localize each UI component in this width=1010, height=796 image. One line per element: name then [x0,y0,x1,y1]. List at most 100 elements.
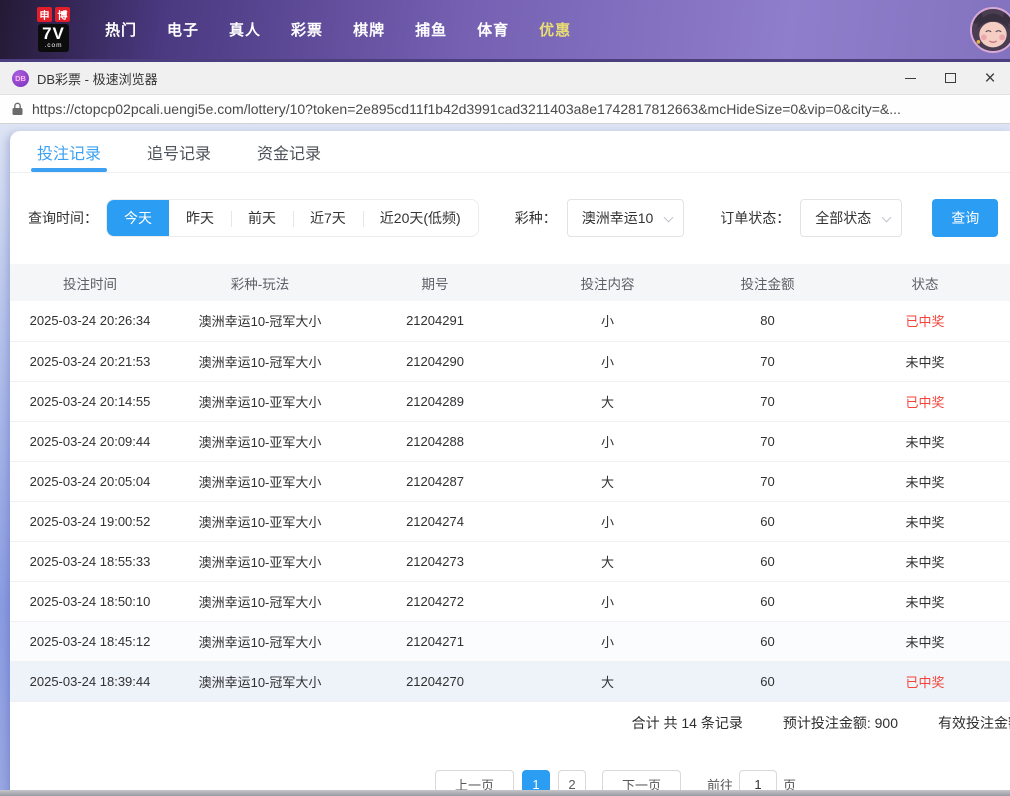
order-status-select[interactable]: 全部状态 [800,199,903,237]
table-header-row: 投注时间 彩种-玩法 期号 投注内容 投注金额 状态 [10,264,1010,301]
table-row: 2025-03-24 18:55:33 澳洲幸运10-亚军大小 21204273 大 6… [10,541,1010,582]
nav-item-7[interactable]: 优惠 [524,19,586,40]
column-header: 状态 [840,264,1010,301]
cell-time: 2025-03-24 19:00:52 [10,501,170,542]
cell-issue: 21204290 [350,341,520,382]
nav-item-2[interactable]: 真人 [214,19,276,40]
cell-status: 未中奖 [840,461,1010,502]
summary-expected-amount: 预计投注金额: 900 [782,714,898,731]
close-icon: × [984,67,996,89]
window-bottom-edge [0,790,1010,796]
table-row: 2025-03-24 20:14:55 澳洲幸运10-亚军大小 21204289 大 7… [10,381,1010,422]
cell-status: 已中奖 [840,661,1010,702]
status-filter-label: 订单状态： [720,210,791,226]
lottery-filter-label: 彩种： [514,210,557,226]
cell-issue: 21204289 [350,381,520,422]
nav-item-1[interactable]: 电子 [152,19,214,40]
nav-menu: 热门 电子 真人 彩票 棋牌 捕鱼 体育 优惠 [90,19,586,40]
column-header: 投注金额 [695,264,840,301]
cell-content: 大 [520,461,695,502]
cell-content: 大 [520,541,695,582]
column-header: 投注时间 [10,264,170,301]
cell-status: 未中奖 [840,341,1010,382]
cell-status: 已中奖 [840,301,1010,342]
cell-issue: 21204274 [350,501,520,542]
summary-valid-amount: 有效投注金额: [938,714,1010,731]
cell-amount: 80 [695,301,840,342]
time-option-4[interactable]: 近20天(低频) [362,200,478,236]
time-filter-label: 查询时间： [28,210,98,226]
tab-1[interactable]: 追号记录 [147,131,211,172]
cell-issue: 21204287 [350,461,520,502]
cell-game: 澳洲幸运10-冠军大小 [170,661,350,702]
nav-item-5[interactable]: 捕鱼 [400,19,462,40]
cell-amount: 70 [695,421,840,462]
content-card: 投注记录 追号记录 资金记录 查询时间： 今天 昨天 前天 近7天 近20天(低频) 彩种：… [10,131,1010,796]
table-row: 2025-03-24 20:05:04 澳洲幸运10-亚军大小 21204287 大 7… [10,461,1010,502]
cell-amount: 70 [695,461,840,502]
logo-badge-char: 申 [37,7,52,23]
cell-time: 2025-03-24 20:05:04 [10,461,170,502]
search-button[interactable]: 查询 [932,199,999,237]
nav-item-0[interactable]: 热门 [90,19,152,40]
cell-time: 2025-03-24 18:45:12 [10,621,170,662]
tab-0[interactable]: 投注记录 [30,131,108,172]
table-row: 2025-03-24 20:21:53 澳洲幸运10-冠军大小 21204290 小 7… [10,341,1010,382]
cell-game: 澳洲幸运10-亚军大小 [170,461,350,502]
logo-name: 7V [42,24,65,44]
nav-item-3[interactable]: 彩票 [276,19,338,40]
nav-item-4[interactable]: 棋牌 [338,19,400,40]
cell-status: 未中奖 [840,541,1010,582]
cell-time: 2025-03-24 18:39:44 [10,661,170,702]
table-row: 2025-03-24 18:39:44 澳洲幸运10-冠军大小 21204270 大 6… [10,661,1010,702]
record-tabs: 投注记录 追号记录 资金记录 [10,131,1010,173]
window-title: DB彩票 - 极速浏览器 [37,71,158,87]
cell-amount: 60 [695,621,840,662]
time-range-group: 今天 昨天 前天 近7天 近20天(低频) [106,199,479,237]
url-text: https://ctopcp02pcali.uengi5e.com/lotter… [32,101,901,117]
time-option-2[interactable]: 前天 [231,200,293,236]
minimize-button[interactable] [890,62,930,94]
cell-issue: 21204291 [350,301,520,342]
filter-bar: 查询时间： 今天 昨天 前天 近7天 近20天(低频) 彩种： 澳洲幸运10 订单状态：… [10,199,1010,237]
table-header: 投注时间 彩种-玩法 期号 投注内容 投注金额 状态 [10,264,1010,301]
maximize-button[interactable] [930,62,970,94]
lottery-select[interactable]: 澳洲幸运10 [566,199,685,237]
cell-content: 小 [520,581,695,622]
nav-item-6[interactable]: 体育 [462,19,524,40]
cell-time: 2025-03-24 18:55:33 [10,541,170,582]
cell-amount: 70 [695,381,840,422]
table-row: 2025-03-24 19:00:52 澳洲幸运10-亚军大小 21204274 小 6… [10,501,1010,542]
cell-status: 未中奖 [840,501,1010,542]
cell-status: 未中奖 [840,421,1010,462]
site-logo[interactable]: 申 博 7V .com [37,7,70,52]
cell-issue: 21204272 [350,581,520,622]
window-controls: × [890,62,1010,94]
avatar-illustration [972,9,1010,51]
table-row: 2025-03-24 20:26:34 澳洲幸运10-冠军大小 21204291 小 8… [10,301,1010,342]
cell-amount: 60 [695,581,840,622]
cell-status: 未中奖 [840,621,1010,662]
logo-domain: .com [44,42,63,50]
time-option-3[interactable]: 近7天 [293,200,363,236]
tab-2[interactable]: 资金记录 [257,131,321,172]
address-bar[interactable]: https://ctopcp02pcali.uengi5e.com/lotter… [0,95,1010,124]
table-row: 2025-03-24 20:09:44 澳洲幸运10-亚军大小 21204288 小 7… [10,421,1010,462]
cell-issue: 21204270 [350,661,520,702]
bet-records-table: 投注时间 彩种-玩法 期号 投注内容 投注金额 状态 2025-03-24 20:26:3… [10,264,1010,702]
cell-time: 2025-03-24 20:21:53 [10,341,170,382]
close-button[interactable]: × [970,62,1010,94]
page-background: 投注记录 追号记录 资金记录 查询时间： 今天 昨天 前天 近7天 近20天(低频) 彩种：… [0,124,1010,796]
cell-game: 澳洲幸运10-亚军大小 [170,381,350,422]
time-option-0[interactable]: 今天 [107,200,169,236]
column-header: 期号 [350,264,520,301]
cell-game: 澳洲幸运10-亚军大小 [170,541,350,582]
lottery-select-value: 澳洲幸运10 [581,210,654,226]
logo-badges: 申 博 [37,7,70,23]
user-avatar[interactable] [970,7,1010,53]
summary-total: 合计 共 14 条记录 [631,714,743,731]
time-option-1[interactable]: 昨天 [169,200,231,236]
cell-content: 小 [520,301,695,342]
cell-status: 未中奖 [840,581,1010,622]
cell-content: 小 [520,341,695,382]
